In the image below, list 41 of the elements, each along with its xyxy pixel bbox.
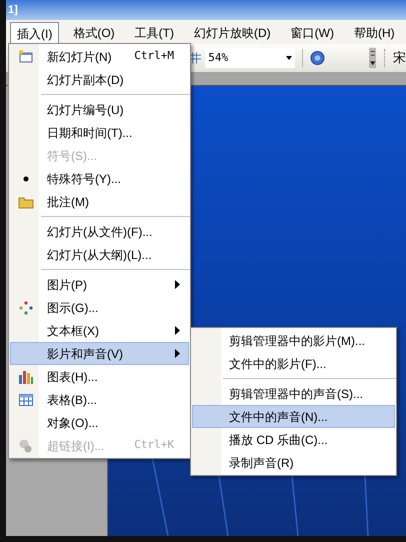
menu-item[interactable]: 文件中的声音(N)... (191, 405, 396, 428)
menu-item[interactable]: 幻灯片编号(U) (9, 91, 190, 121)
help-icon[interactable] (310, 50, 326, 66)
menu-item[interactable]: 文件中的影片(F)... (191, 352, 396, 375)
menu-bar-item[interactable]: 窗口(W) (284, 22, 340, 44)
diagram-icon (18, 300, 34, 316)
menu-item[interactable]: 图示(G)... (9, 296, 190, 319)
menu-item[interactable]: 录制声音(R) (191, 451, 396, 474)
menu-bar-item[interactable]: 幻灯片放映(D) (188, 22, 277, 44)
menu-item[interactable]: 影片和声音(V) (9, 342, 190, 365)
menu-item[interactable]: 文本框(X) (9, 319, 190, 342)
menu-bar-item[interactable]: 插入(I) (10, 22, 60, 44)
menu-bar-item[interactable]: 工具(T) (128, 22, 180, 44)
menu-item[interactable]: 新幻灯片(N) Ctrl+M (9, 45, 190, 68)
grid-icon (190, 52, 202, 64)
menu-item[interactable]: 播放 CD 乐曲(C)... (191, 428, 396, 451)
menu-item[interactable]: 日期和时间(T)... (9, 121, 190, 144)
menu-item[interactable]: 图片(P) (9, 266, 190, 296)
menu-item[interactable]: 幻灯片副本(D) (9, 68, 190, 91)
bar-chart-icon (18, 368, 34, 384)
submenu-arrow-icon (175, 280, 180, 289)
menu-item[interactable]: 剪辑管理器中的声音(S)... (191, 375, 396, 405)
font-name-field[interactable]: 宋 (389, 48, 406, 68)
menu-item[interactable]: 批注(M) (9, 190, 190, 213)
caret-icon (286, 56, 292, 60)
menu-item[interactable]: 图表(H)... (9, 365, 190, 388)
menu-item[interactable]: 对象(O)... (9, 411, 190, 434)
table-icon (18, 392, 34, 408)
window-title: 1] (8, 4, 18, 16)
menu-item[interactable]: 幻灯片(从大纲)(L)... (9, 243, 190, 266)
menu-item[interactable]: 表格(B)... (9, 388, 190, 411)
zoom-dropdown[interactable]: 54% (205, 48, 296, 68)
submenu-arrow-icon (175, 326, 180, 335)
new-slide-icon (18, 48, 34, 64)
menu-bar-item[interactable]: 帮助(H) (348, 22, 401, 44)
menu-item[interactable]: 特殊符号(Y)... (9, 167, 190, 190)
menu-bar-item[interactable]: 格式(O) (67, 22, 121, 44)
menu-item[interactable]: 剪辑管理器中的影片(M)... (191, 329, 396, 352)
menu-item[interactable]: 幻灯片(从文件)(F)... (9, 213, 190, 243)
submenu-arrow-icon (175, 349, 180, 358)
toolbar-grip-icon[interactable] (368, 47, 376, 69)
